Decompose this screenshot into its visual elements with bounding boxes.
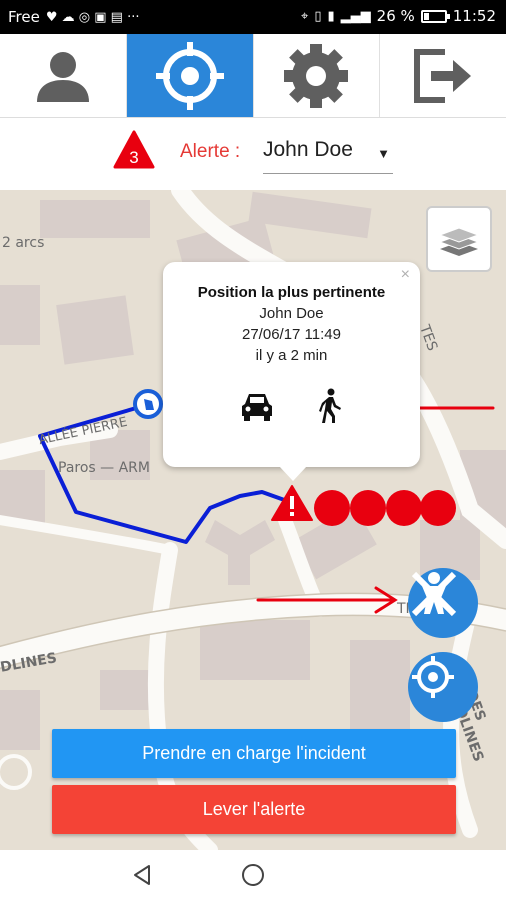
tab-location[interactable]: [126, 34, 254, 117]
popup-person-name: John Doe: [259, 305, 324, 322]
chevron-down-icon: ▼: [377, 146, 390, 161]
track-start-marker[interactable]: [132, 388, 164, 420]
vibrate-icon: ▮: [327, 8, 335, 24]
popup-elapsed: il y a 2 min: [255, 347, 328, 364]
system-nav-bar: [0, 850, 506, 900]
crosshair-icon: [155, 41, 224, 110]
alert-history-dot[interactable]: [350, 490, 386, 526]
user-icon: [36, 51, 89, 102]
map-place-label: Paros — ARM: [58, 460, 150, 476]
alert-person-select[interactable]: John Doe ▼: [263, 136, 393, 174]
position-popup: × Position la plus pertinente John Doe 2…: [163, 262, 420, 481]
signal-icon: ▂▄▆: [340, 8, 371, 24]
alert-history-dot[interactable]: [420, 490, 456, 526]
lift-alert-button[interactable]: Lever l'alerte: [52, 785, 456, 834]
logout-icon: [414, 48, 472, 103]
tab-settings[interactable]: [254, 34, 381, 117]
location-icon: ⌖: [301, 8, 309, 24]
clock: 11:52: [452, 7, 496, 25]
alert-selected-value: John Doe: [263, 138, 353, 161]
notification-icons: ♥ ☁ ◎ ▣ ▤ ···: [45, 9, 140, 25]
home-icon[interactable]: [241, 863, 265, 887]
map-layers-button[interactable]: [426, 206, 492, 272]
carrier-label: Free: [8, 8, 40, 26]
back-icon[interactable]: [130, 863, 154, 887]
alert-count-badge: 3: [113, 130, 155, 169]
gear-icon: [284, 43, 349, 108]
nfc-icon: ▯: [314, 8, 322, 24]
close-icon[interactable]: ×: [401, 266, 410, 284]
svg-text:3: 3: [129, 148, 138, 167]
popup-datetime: 27/06/17 11:49: [242, 326, 341, 343]
recenter-button[interactable]: [408, 652, 478, 722]
walking-icon: [319, 388, 341, 423]
battery-percent: 26 %: [376, 7, 415, 25]
alert-row: [0, 118, 506, 190]
manual-mode-button[interactable]: [408, 568, 478, 638]
crossed-person-icon: [411, 571, 457, 617]
alert-marker[interactable]: [270, 484, 314, 522]
alert-history-dot[interactable]: [314, 490, 350, 526]
alert-history-dot[interactable]: [386, 490, 422, 526]
top-nav: [0, 34, 506, 118]
car-icon: [242, 394, 272, 421]
popup-title: Position la plus pertinente: [197, 284, 386, 301]
alert-label: Alerte :: [180, 141, 241, 162]
tab-profile[interactable]: [0, 34, 127, 117]
status-bar: Free ♥ ☁ ◎ ▣ ▤ ··· ⌖ ▯ ▮ ▂▄▆ 26 % 11:52: [0, 0, 506, 34]
tab-logout[interactable]: [380, 34, 506, 117]
crosshair-icon: [412, 656, 454, 698]
battery-icon: [420, 9, 450, 23]
map-street-label: 2 arcs: [2, 235, 45, 251]
layers-icon: [438, 227, 480, 256]
take-charge-button[interactable]: Prendre en charge l'incident: [52, 729, 456, 778]
popup-transport-icons: [163, 388, 420, 428]
